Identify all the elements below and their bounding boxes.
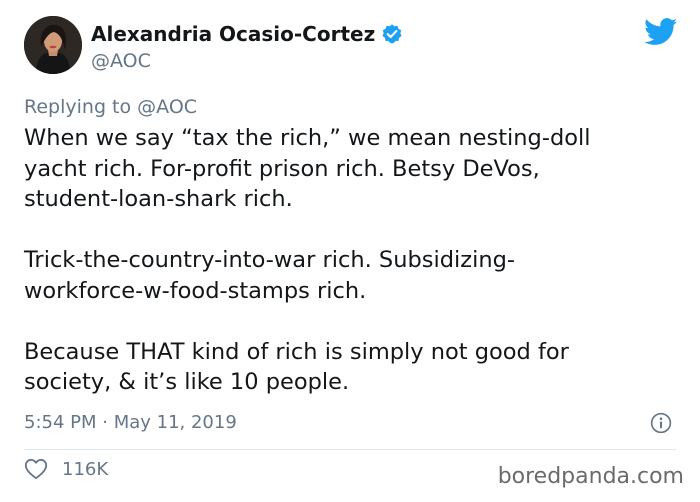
tweet-paragraph-2: Trick-the-country-into-war rich. Subsidi…: [24, 247, 515, 304]
twitter-bird-icon[interactable]: [644, 18, 678, 46]
watermark: boredpanda.com: [497, 464, 684, 489]
author-name-row: Alexandria Ocasio-Cortez: [91, 22, 403, 46]
tweet-timestamp[interactable]: 5:54 PM · May 11, 2019: [24, 412, 237, 433]
tweet-text: When we say “tax the rich,” we mean nest…: [24, 123, 684, 398]
heart-icon[interactable]: [24, 458, 48, 480]
like-count: 116K: [62, 458, 109, 480]
author-handle[interactable]: @AOC: [91, 50, 151, 72]
author-display-name[interactable]: Alexandria Ocasio-Cortez: [91, 22, 375, 46]
replying-to-prefix: Replying to: [24, 96, 138, 118]
avatar[interactable]: [24, 16, 82, 74]
replying-to-handle-link[interactable]: @AOC: [137, 96, 197, 118]
replying-to: Replying to @AOC: [24, 96, 197, 118]
info-icon[interactable]: [650, 412, 672, 434]
divider: [24, 449, 676, 450]
tweet-paragraph-1: When we say “tax the rich,” we mean nest…: [24, 125, 591, 212]
verified-badge-icon: [381, 23, 403, 45]
like-action[interactable]: 116K: [24, 458, 108, 480]
tweet-paragraph-3: Because THAT kind of rich is simply not …: [24, 338, 569, 396]
